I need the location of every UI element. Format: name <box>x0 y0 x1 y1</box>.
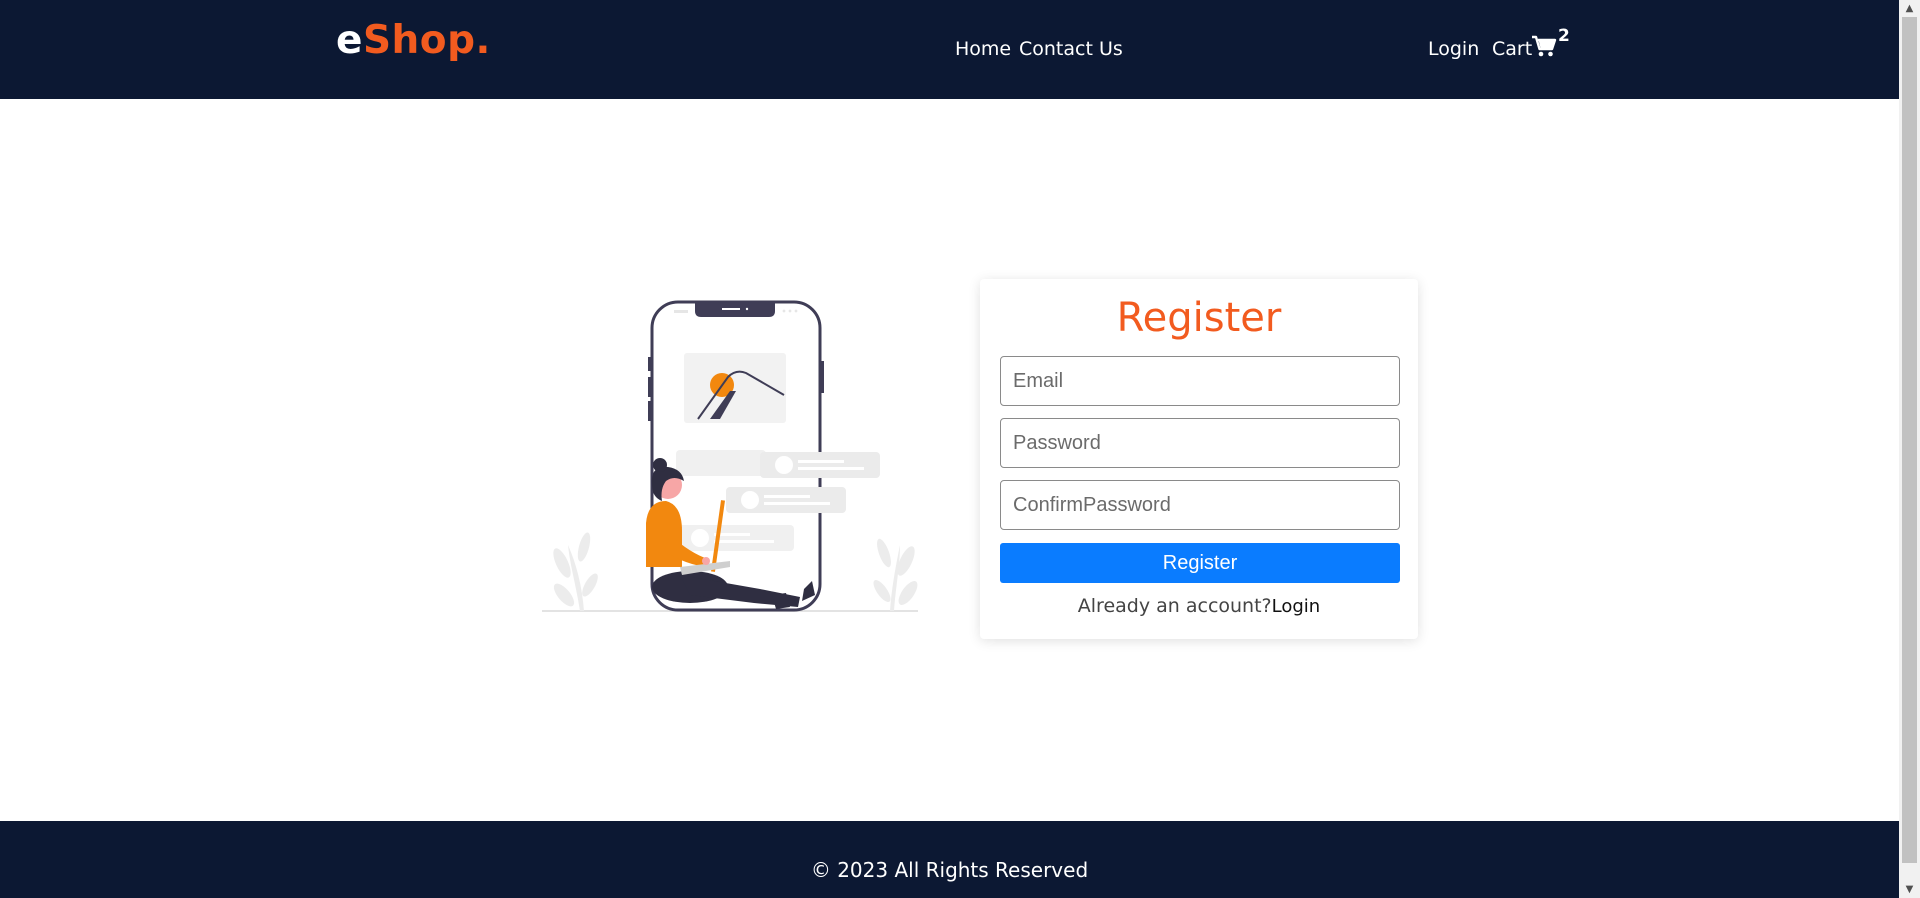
logo-prefix: e <box>336 18 363 63</box>
login-link-form[interactable]: Login <box>1272 596 1321 617</box>
shopping-cart-icon <box>1531 34 1557 63</box>
register-button[interactable]: Register <box>1000 543 1400 583</box>
top-navbar: eShop. Home Contact Us Login Cart 2 <box>0 0 1899 99</box>
cart-label: Cart <box>1492 38 1533 60</box>
login-prompt: Already an account?Login <box>980 595 1418 617</box>
footer: © 2023 All Rights Reserved <box>0 821 1899 898</box>
login-prompt-text: Already an account? <box>1077 595 1272 617</box>
email-input[interactable] <box>1000 356 1400 406</box>
cart-count-badge: 2 <box>1558 26 1570 46</box>
brand-logo[interactable]: eShop. <box>336 18 491 63</box>
password-input[interactable] <box>1000 418 1400 468</box>
login-link[interactable]: Login <box>1428 38 1479 60</box>
scroll-down-arrow-icon[interactable]: ▼ <box>1899 881 1920 898</box>
logo-accent: Shop <box>362 18 476 63</box>
scrollbar-thumb[interactable] <box>1902 17 1917 863</box>
register-illustration <box>540 295 920 615</box>
page: eShop. Home Contact Us Login Cart 2 Regi… <box>0 0 1899 898</box>
nav-home-link[interactable]: Home <box>955 38 1011 60</box>
vertical-scrollbar[interactable]: ▲ ▼ <box>1899 0 1920 898</box>
logo-dot: . <box>475 18 491 63</box>
copyright-text: © 2023 All Rights Reserved <box>810 858 1089 882</box>
register-form-card: Register Register Already an account?Log… <box>980 279 1418 639</box>
scroll-up-arrow-icon[interactable]: ▲ <box>1899 0 1920 17</box>
confirm-password-input[interactable] <box>1000 480 1400 530</box>
register-title: Register <box>1116 295 1282 341</box>
nav-contact-link[interactable]: Contact Us <box>1019 38 1123 60</box>
